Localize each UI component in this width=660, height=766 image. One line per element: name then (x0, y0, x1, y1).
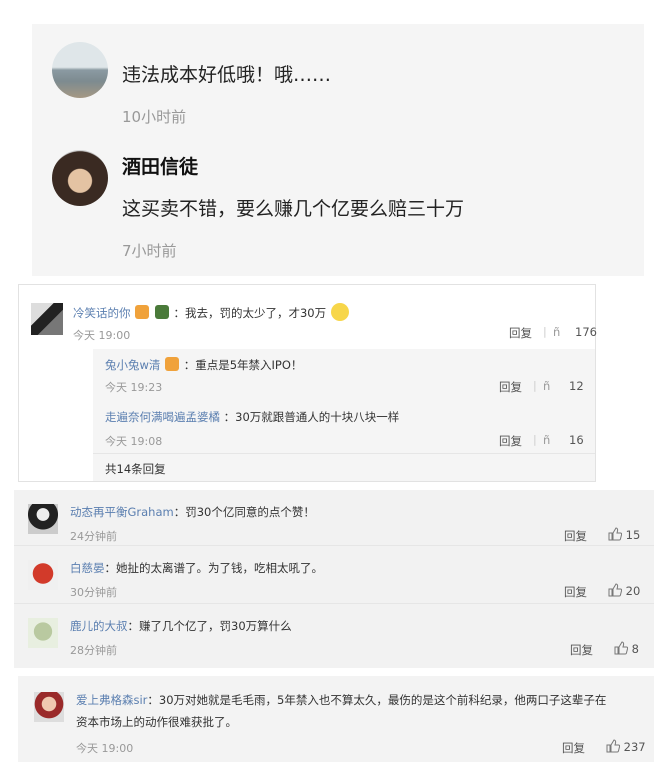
reply-button[interactable]: 回复 (499, 379, 522, 395)
comment-time: 7小时前 (122, 242, 177, 260)
like-count: 12 (569, 379, 584, 393)
like-button[interactable]: 15 (608, 527, 640, 542)
comment-panel-large: 违法成本好低哦！哦…… 10小时前 酒田信徒 这买卖不错，要么赚几个亿要么赔三十… (32, 24, 644, 276)
comment-text: ：她扯的太离谱了。为了钱，吃相太吼了。 (104, 561, 324, 575)
comment-panel-single: 爱上弗格森sir：30万对她就是毛毛雨，5年禁入也不算太久，最伤的是这个前科纪录… (18, 676, 654, 762)
more-replies-link[interactable]: 共14条回复 (105, 461, 166, 477)
like-icon[interactable]: ñ (543, 433, 550, 447)
list-item: 鹿儿的大叔：赚了几个亿了，罚30万算什么 28分钟前 回复 8 (14, 606, 654, 662)
emoji-icon (135, 305, 150, 319)
like-button[interactable]: 8 (614, 641, 639, 656)
avatar[interactable] (34, 692, 64, 722)
comment-time: 28分钟前 (70, 644, 117, 657)
comment-time: 10小时前 (122, 108, 187, 126)
like-count: 176 (575, 325, 597, 339)
reply-thread: 兔小兔w清 ：重点是5年禁入IPO！ 今天 19:23 回复 | ñ 12 走遍… (93, 349, 595, 481)
reply-button[interactable]: 回复 (570, 642, 593, 658)
like-count: 237 (623, 740, 646, 754)
reply-line: 走遍奈何满喝遍孟婆橘 ：30万就跟普通人的十块八块一样 (105, 409, 399, 425)
comment-text: ：赚了几个亿了，罚30万算什么 (127, 619, 292, 633)
comment-time: 今天 19:00 (76, 742, 134, 755)
comment-panel-list: 动态再平衡Graham：罚30个亿同意的点个赞！ 24分钟前 回复 15 白慈晏… (14, 490, 654, 668)
like-count: 15 (625, 528, 641, 542)
reply-button[interactable]: 回复 (499, 433, 522, 449)
username[interactable]: 兔小兔w清 (105, 358, 160, 372)
list-item: 白慈晏：她扯的太离谱了。为了钱，吃相太吼了。 30分钟前 回复 20 (14, 548, 654, 604)
username[interactable]: 鹿儿的大叔 (70, 619, 128, 633)
reply-time: 今天 19:08 (105, 435, 163, 448)
list-item: 动态再平衡Graham：罚30个亿同意的点个赞！ 24分钟前 回复 15 (14, 490, 654, 546)
like-icon[interactable]: ñ (543, 379, 550, 393)
avatar[interactable] (31, 303, 63, 335)
comment-line: 冷笑话的你 ：我去，罚的太少了，才30万 (73, 303, 350, 321)
reply-button[interactable]: 回复 (509, 325, 532, 341)
emoji-icon (165, 357, 180, 371)
reply-line: 兔小兔w清 ：重点是5年禁入IPO！ (105, 357, 302, 373)
comment-line: 动态再平衡Graham：罚30个亿同意的点个赞！ (70, 504, 315, 520)
separator: | (533, 379, 537, 392)
comment-line: 鹿儿的大叔：赚了几个亿了，罚30万算什么 (70, 618, 292, 634)
like-count: 8 (631, 642, 639, 656)
reply-button[interactable]: 回复 (564, 528, 587, 544)
cat-emoji-icon (330, 303, 349, 321)
username[interactable]: 酒田信徒 (122, 152, 198, 179)
thumbs-up-icon (614, 641, 628, 655)
separator: | (533, 433, 537, 446)
reply-button[interactable]: 回复 (562, 740, 585, 756)
username[interactable]: 爱上弗格森sir (76, 693, 147, 707)
avatar[interactable] (28, 618, 58, 648)
comment-panel-weibo: 冷笑话的你 ：我去，罚的太少了，才30万 今天 19:00 回复 | ñ 176… (18, 284, 597, 482)
comment-text: 这买卖不错，要么赚几个亿要么赔三十万 (122, 198, 465, 220)
separator: | (543, 325, 547, 338)
avatar[interactable] (28, 560, 58, 590)
like-icon[interactable]: ñ (553, 325, 560, 339)
like-count: 16 (569, 433, 584, 447)
comment-time: 30分钟前 (70, 586, 117, 599)
divider (93, 453, 595, 454)
reply-text: ：重点是5年禁入IPO！ (183, 358, 303, 372)
avatar[interactable] (52, 42, 108, 98)
avatar[interactable] (28, 504, 58, 534)
comment-line: 白慈晏：她扯的太离谱了。为了钱，吃相太吼了。 (70, 560, 323, 576)
like-count: 20 (625, 584, 641, 598)
emoji-icon (154, 305, 169, 319)
comment-text: ：30万对她就是毛毛雨，5年禁入也不算太久，最伤的是这个前科纪录，他两口子这辈子… (147, 693, 607, 707)
comment-text: ：罚30个亿同意的点个赞！ (173, 505, 315, 519)
reply-text: ：30万就跟普通人的十块八块一样 (223, 410, 400, 424)
avatar[interactable] (52, 150, 108, 206)
thumbs-up-icon (608, 583, 622, 597)
thumbs-up-icon (608, 527, 622, 541)
comment-time: 24分钟前 (70, 530, 117, 543)
comment-line: 爱上弗格森sir：30万对她就是毛毛雨，5年禁入也不算太久，最伤的是这个前科纪录… (76, 692, 606, 708)
comment-text: 违法成本好低哦！哦…… (122, 64, 332, 86)
username[interactable]: 走遍奈何满喝遍孟婆橘 (105, 410, 220, 424)
comment-time: 今天 19:00 (73, 329, 131, 342)
thumbs-up-icon (606, 739, 620, 753)
reply-button[interactable]: 回复 (564, 584, 587, 600)
comment-text-continued: 资本市场上的动作很难获批了。 (76, 715, 237, 729)
like-button[interactable]: 237 (606, 739, 646, 754)
reply-time: 今天 19:23 (105, 381, 163, 394)
username[interactable]: 冷笑话的你 (73, 306, 131, 320)
comment-text: ：我去，罚的太少了，才30万 (173, 306, 327, 320)
like-button[interactable]: 20 (608, 583, 640, 598)
username[interactable]: 动态再平衡Graham (70, 505, 174, 519)
username[interactable]: 白慈晏 (70, 561, 105, 575)
